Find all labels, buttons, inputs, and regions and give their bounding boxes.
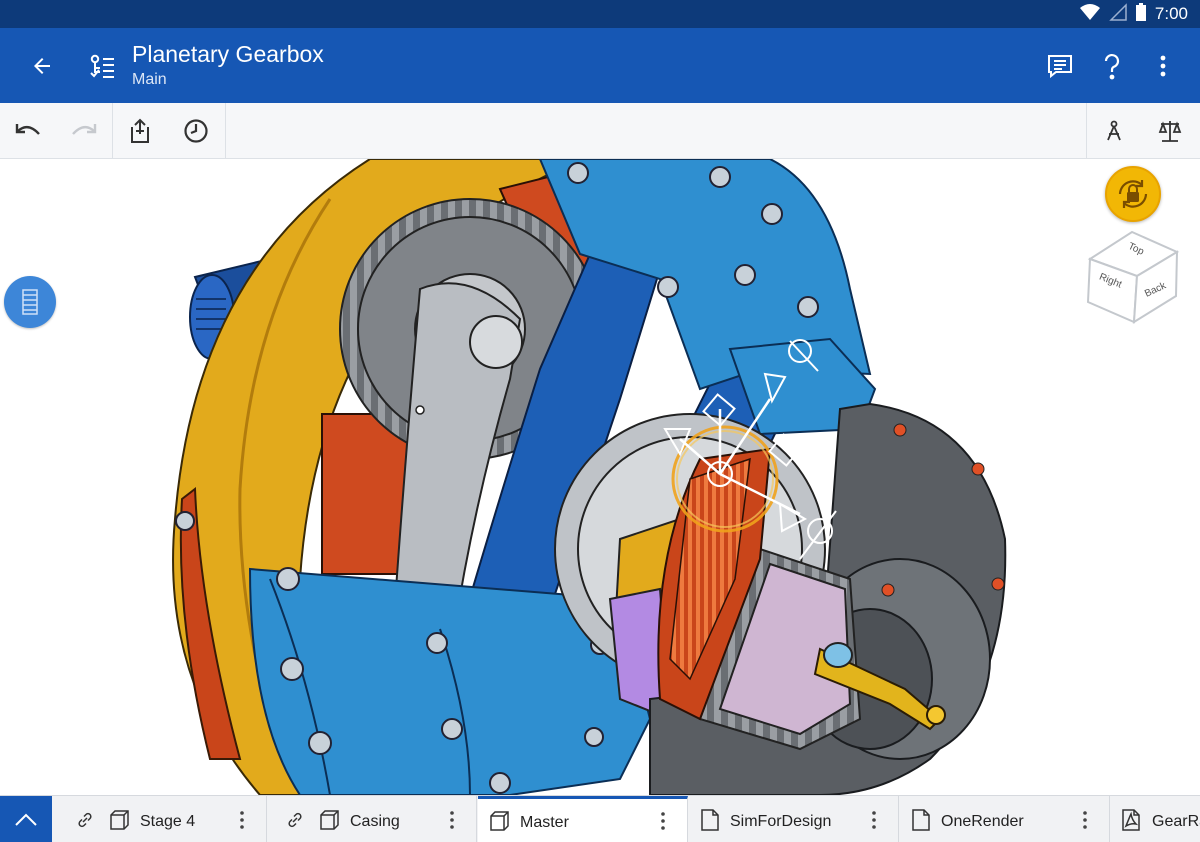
tab-label: SimForDesign bbox=[730, 813, 832, 830]
tab-label: Casing bbox=[350, 813, 400, 830]
tab-more-icon[interactable] bbox=[864, 808, 884, 832]
help-icon bbox=[1104, 53, 1120, 80]
mass-properties-button[interactable] bbox=[1150, 111, 1190, 151]
measure-icon bbox=[1107, 120, 1121, 141]
tab-stage-4[interactable]: Stage 4 bbox=[57, 796, 267, 842]
tab-more-icon[interactable] bbox=[232, 808, 252, 832]
tab-master[interactable]: Master bbox=[478, 796, 688, 842]
onshape-app: 7:00 Planetary Gearbox Main Top Right Ba… bbox=[0, 0, 1200, 842]
assembly-icon bbox=[490, 811, 509, 831]
overflow-menu-button[interactable] bbox=[1143, 46, 1183, 86]
mass-properties-icon bbox=[1158, 121, 1182, 142]
tab-more-icon[interactable] bbox=[1075, 808, 1095, 832]
rotation-lock-icon bbox=[1118, 180, 1148, 208]
tab-label: GearRa bbox=[1152, 813, 1200, 830]
workspace-name: Main bbox=[132, 71, 167, 88]
wifi-icon bbox=[1079, 3, 1101, 26]
view-cube[interactable]: Top Right Back bbox=[1082, 224, 1182, 324]
export-button[interactable] bbox=[120, 111, 160, 151]
app-header: Planetary Gearbox Main bbox=[0, 28, 1200, 103]
tab-label: Master bbox=[520, 814, 569, 831]
tab-more-icon[interactable] bbox=[653, 809, 673, 833]
tab-gearra[interactable]: GearRa bbox=[1111, 796, 1200, 842]
redo-icon bbox=[72, 124, 97, 135]
document-icon bbox=[701, 809, 719, 831]
undo-button[interactable] bbox=[8, 111, 48, 151]
document-tabs-bar: Stage 4 Casing Master SimForDesign OneRe… bbox=[0, 795, 1200, 842]
chevron-up-icon bbox=[15, 813, 37, 826]
status-bar: 7:00 bbox=[0, 0, 1200, 28]
view-lock-button[interactable] bbox=[1105, 166, 1161, 222]
feature-tree-button[interactable] bbox=[82, 46, 122, 86]
pdf-icon bbox=[1122, 809, 1140, 831]
status-time: 7:00 bbox=[1154, 4, 1188, 23]
assembly-icon bbox=[110, 810, 129, 830]
back-arrow-icon bbox=[34, 58, 50, 74]
tab-label: Stage 4 bbox=[140, 813, 196, 830]
expand-tabs-button[interactable] bbox=[0, 796, 52, 842]
comments-icon bbox=[1048, 55, 1072, 79]
undo-icon bbox=[15, 124, 40, 135]
signal-icon bbox=[1109, 2, 1127, 26]
link-icon bbox=[78, 812, 92, 828]
feature-tree-icon bbox=[90, 54, 114, 78]
back-button[interactable] bbox=[22, 46, 62, 86]
measure-button[interactable] bbox=[1094, 111, 1134, 151]
feature-panel-handle[interactable] bbox=[4, 276, 56, 328]
tab-label: OneRender bbox=[941, 813, 1024, 830]
tab-casing[interactable]: Casing bbox=[267, 796, 477, 842]
planetary-gearbox-model[interactable] bbox=[0, 159, 1200, 795]
comments-button[interactable] bbox=[1040, 46, 1080, 86]
redo-button[interactable] bbox=[64, 111, 104, 151]
export-icon bbox=[131, 118, 149, 143]
history-icon bbox=[184, 119, 208, 143]
tab-onerender[interactable]: OneRender bbox=[900, 796, 1110, 842]
link-icon bbox=[288, 812, 302, 828]
version-history-button[interactable] bbox=[176, 111, 216, 151]
assembly-icon bbox=[320, 810, 339, 830]
help-button[interactable] bbox=[1092, 46, 1132, 86]
battery-icon bbox=[1135, 2, 1147, 26]
document-title: Planetary Gearbox bbox=[132, 41, 324, 67]
overflow-menu-icon bbox=[1160, 55, 1166, 77]
tab-more-icon[interactable] bbox=[442, 808, 462, 832]
tab-simfordesign[interactable]: SimForDesign bbox=[689, 796, 899, 842]
panel-list-icon bbox=[22, 289, 38, 315]
document-icon bbox=[912, 809, 930, 831]
graphics-viewport[interactable] bbox=[0, 159, 1200, 795]
toolbar bbox=[0, 103, 1200, 159]
